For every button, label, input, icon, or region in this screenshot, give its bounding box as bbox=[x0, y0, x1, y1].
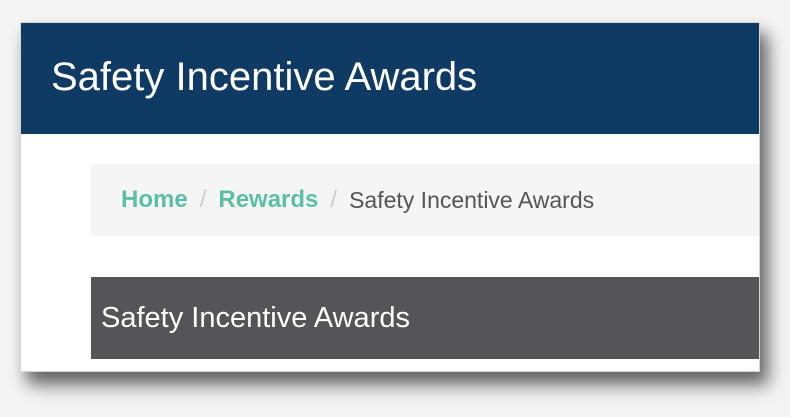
breadcrumb-current: Safety Incentive Awards bbox=[349, 186, 595, 213]
section-header: Safety Incentive Awards bbox=[91, 277, 759, 359]
breadcrumb: Home / Rewards / Safety Incentive Awards bbox=[91, 164, 759, 236]
page-title: Safety Incentive Awards bbox=[51, 55, 478, 99]
section-title: Safety Incentive Awards bbox=[101, 302, 410, 334]
page-card: Safety Incentive Awards Home / Rewards /… bbox=[20, 22, 760, 372]
breadcrumb-separator: / bbox=[199, 186, 207, 213]
page-header: Safety Incentive Awards bbox=[21, 23, 759, 134]
breadcrumb-home-link[interactable]: Home bbox=[121, 186, 188, 214]
breadcrumb-separator: / bbox=[330, 186, 338, 213]
breadcrumb-rewards-link[interactable]: Rewards bbox=[218, 186, 318, 214]
